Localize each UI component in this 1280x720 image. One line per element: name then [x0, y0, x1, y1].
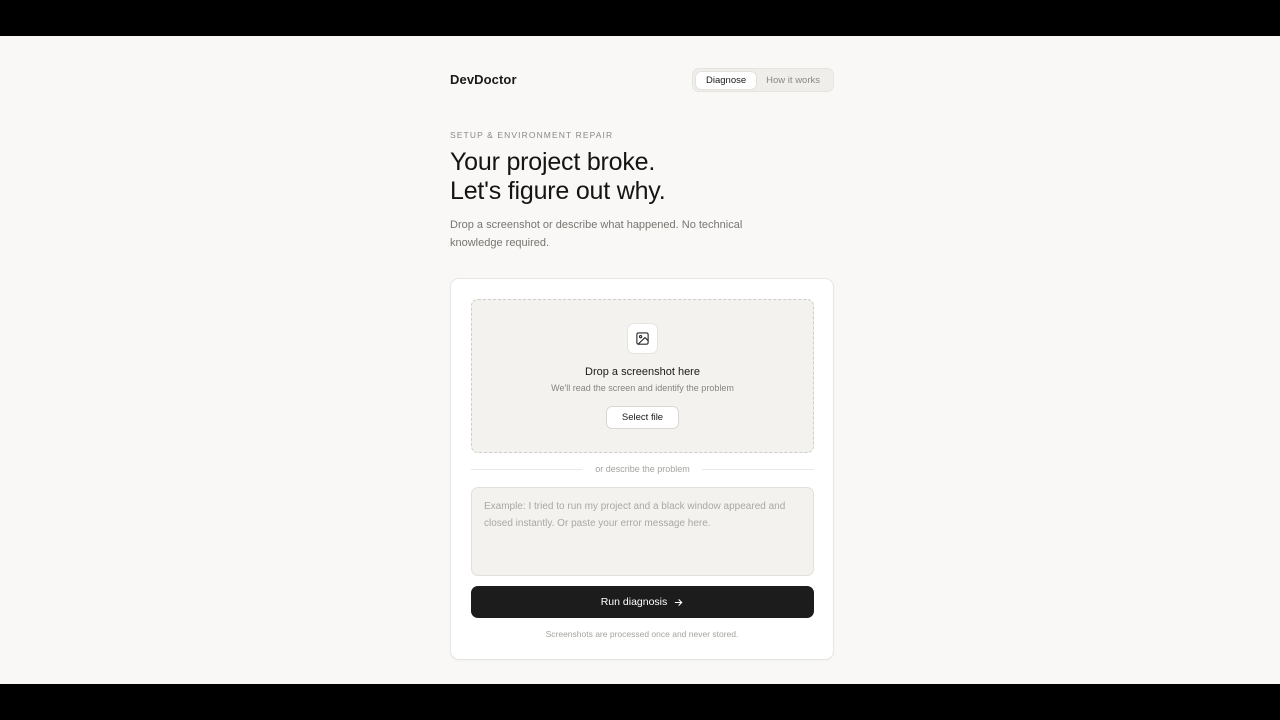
headline-line-2: Let's figure out why. — [450, 177, 666, 205]
tab-diagnose[interactable]: Diagnose — [696, 71, 757, 89]
page-subtitle: Drop a screenshot or describe what happe… — [450, 219, 743, 249]
dropzone-subtitle: We'll read the screen and identify the p… — [551, 383, 734, 393]
arrow-right-icon — [675, 598, 683, 606]
nav-tabs: Diagnose How it works — [692, 68, 834, 92]
privacy-footnote: Screenshots are processed once and never… — [545, 629, 739, 639]
divider-line-right — [702, 469, 814, 470]
headline-line-1: Your project broke. — [450, 148, 656, 176]
app-page: DevDoctor Diagnose How it works SETUP & … — [0, 36, 1280, 684]
image-icon-tile — [627, 323, 658, 354]
screenshot-dropzone[interactable]: Drop a screenshot here We'll read the sc… — [471, 299, 814, 453]
tab-how-it-works[interactable]: How it works — [756, 72, 830, 89]
brand-logo[interactable]: DevDoctor — [450, 72, 517, 87]
eyebrow-label: SETUP & ENVIRONMENT REPAIR — [450, 130, 614, 140]
or-divider: or describe the problem — [471, 464, 814, 476]
page-headline: Your project broke. Let's figure out why… — [450, 148, 666, 206]
select-file-button[interactable]: Select file — [606, 406, 679, 429]
image-icon — [636, 332, 649, 345]
problem-description-input[interactable] — [471, 487, 814, 576]
top-bar: DevDoctor Diagnose How it works — [450, 68, 834, 92]
diagnosis-card: Drop a screenshot here We'll read the sc… — [450, 278, 834, 660]
run-diagnosis-label: Run diagnosis — [600, 596, 668, 608]
run-diagnosis-button[interactable]: Run diagnosis — [471, 586, 814, 618]
dropzone-title: Drop a screenshot here — [585, 366, 700, 378]
